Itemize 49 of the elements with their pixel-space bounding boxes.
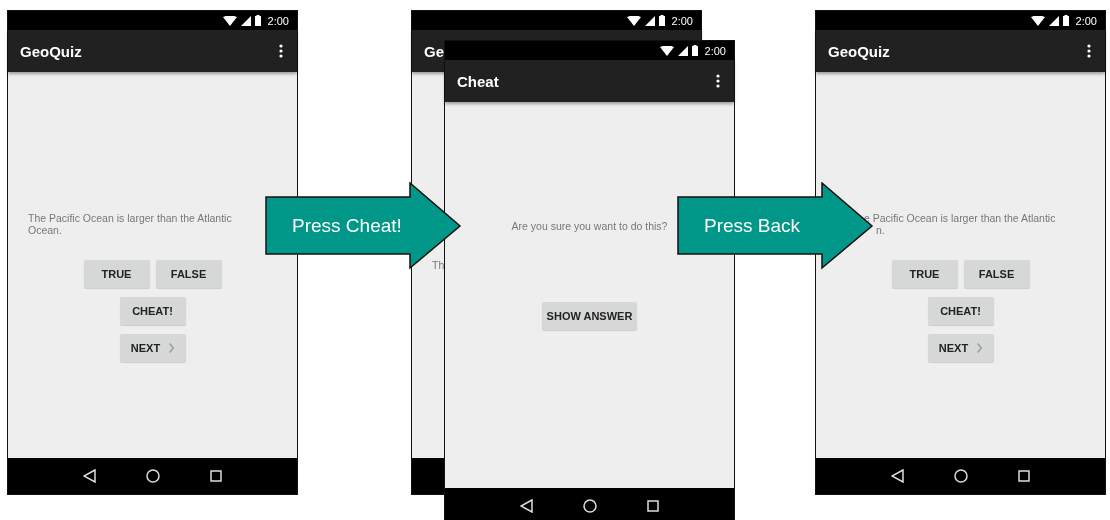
answer-button[interactable]: FALSE — [963, 260, 1030, 288]
show-answer-button[interactable]: SHOW ANSWER — [542, 302, 637, 330]
home-icon[interactable] — [954, 469, 968, 483]
battery-icon — [1062, 15, 1069, 26]
recents-icon[interactable] — [210, 470, 222, 482]
chevron-icon — [169, 343, 175, 353]
app-title: Ge — [424, 42, 444, 60]
app-title: GeoQuiz — [20, 42, 82, 60]
recents-icon[interactable] — [1018, 470, 1030, 482]
signal-icon — [644, 15, 655, 26]
next-button[interactable]: NEXT — [927, 334, 994, 362]
app-title: Cheat — [457, 72, 499, 90]
battery-icon — [691, 45, 698, 56]
answer-button[interactable]: FALSE — [155, 260, 222, 288]
back-icon[interactable] — [520, 499, 533, 513]
answer-button[interactable]: TRUE — [891, 260, 958, 288]
status-time: 2:00 — [1075, 14, 1097, 27]
battery-icon — [254, 15, 261, 26]
more-icon[interactable] — [716, 74, 720, 88]
status-time: 2:00 — [704, 44, 726, 57]
signal-icon — [240, 15, 251, 26]
next-button[interactable]: NEXT — [119, 334, 186, 362]
question-text: The Pacific Ocean is larger than the Atlantic — [28, 212, 233, 224]
question-text: Ocean. — [28, 224, 63, 236]
signal-icon — [677, 45, 688, 56]
status-time: 2:00 — [267, 14, 289, 27]
chevron-icon — [977, 343, 983, 353]
question-text: n. — [875, 224, 886, 236]
app-title: GeoQuiz — [828, 42, 890, 60]
wifi-icon — [659, 45, 674, 56]
wifi-icon — [1030, 15, 1045, 26]
more-icon[interactable] — [279, 44, 283, 58]
recents-icon[interactable] — [647, 500, 659, 512]
back-icon[interactable] — [83, 469, 96, 483]
status-time: 2:00 — [671, 14, 693, 27]
answer-button[interactable]: CHEAT! — [119, 297, 186, 325]
home-icon[interactable] — [146, 469, 160, 483]
arrow-label: Press Cheat! — [292, 215, 402, 237]
question-text: Th — [432, 259, 446, 271]
wifi-icon — [222, 15, 237, 26]
more-icon[interactable] — [1087, 44, 1091, 58]
answer-button[interactable]: TRUE — [83, 260, 150, 288]
answer-button[interactable]: CHEAT! — [927, 297, 994, 325]
home-icon[interactable] — [583, 499, 597, 513]
battery-icon — [658, 15, 665, 26]
signal-icon — [1048, 15, 1059, 26]
back-icon[interactable] — [891, 469, 904, 483]
arrow-label: Press Back — [704, 215, 801, 237]
wifi-icon — [626, 15, 641, 26]
